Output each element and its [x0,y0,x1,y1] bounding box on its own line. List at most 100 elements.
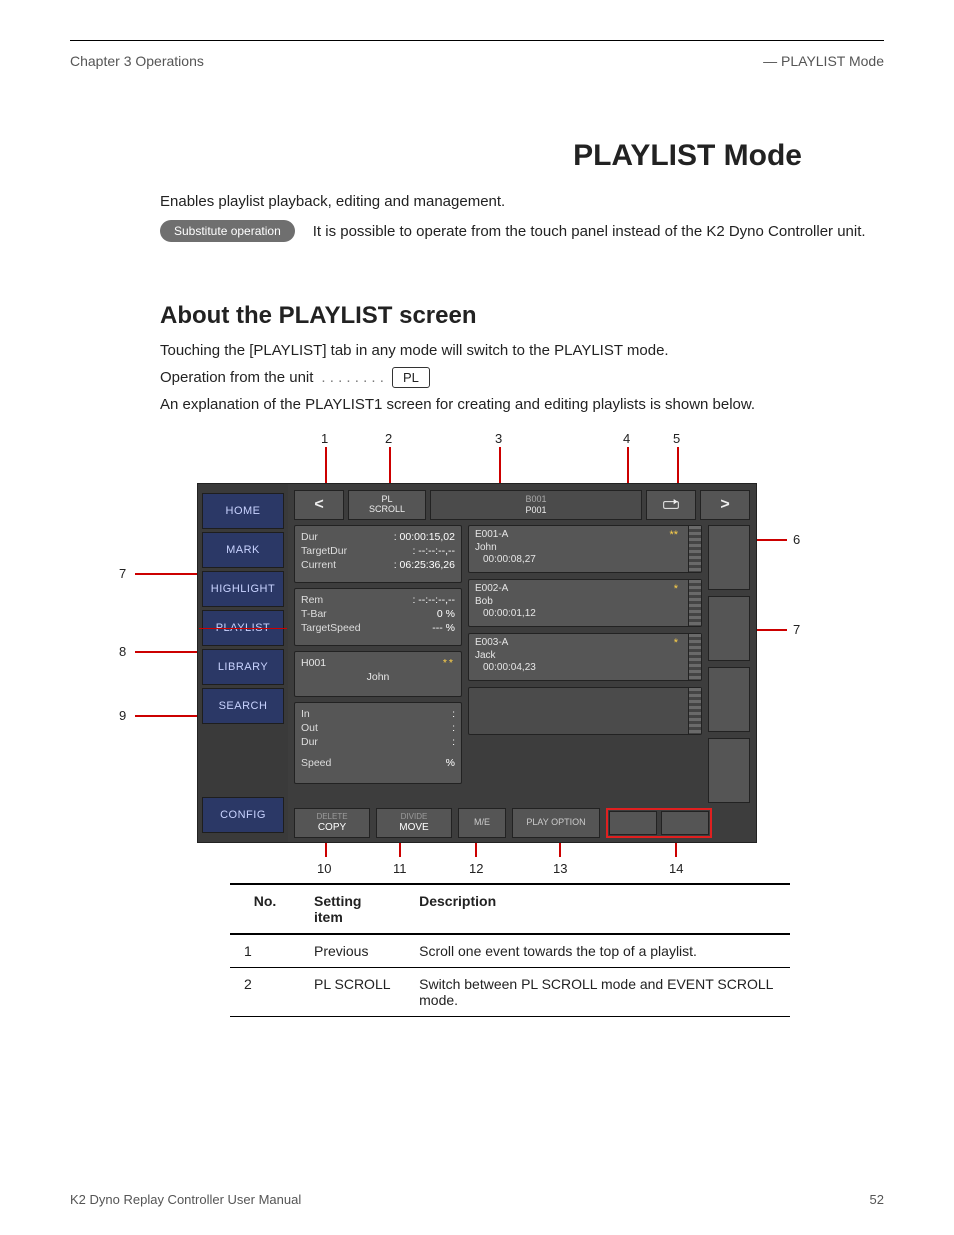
event-name: Bob [475,596,682,609]
event-handle[interactable] [688,688,701,734]
highlight-id: H001 [301,656,326,670]
out-value: : [452,721,455,735]
me-button[interactable]: M/E [458,808,506,838]
in-value: : [452,707,455,721]
sidebar-mark[interactable]: MARK [202,532,284,568]
targetspeed-value: --- % [432,621,455,635]
bb-l1: DELETE [316,813,347,822]
section-p2: An explanation of the PLAYLIST1 screen f… [160,396,800,413]
event-handle[interactable] [688,526,701,572]
legend-row: 2 PL SCROLL Switch between PL SCROLL mod… [230,968,790,1017]
sidebar-library[interactable]: LIBRARY [202,649,284,685]
legend-row: 1 Previous Scroll one event towards the … [230,934,790,968]
sidebar: HOME MARK HIGHLIGHT PLAYLIST LIBRARY SEA… [198,484,288,842]
page-scroll [708,525,750,803]
op-lead: Operation from the unit [160,369,313,386]
speed-label: Speed [301,756,331,770]
sidebar-search[interactable]: SEARCH [202,688,284,724]
event-handle[interactable] [688,580,701,626]
page-title: PLAYLIST Mode [70,139,884,173]
targetdur-label: TargetDur [301,544,347,558]
sidebar-config[interactable]: CONFIG [202,797,284,833]
callout-4: 4 [623,431,630,446]
legend-head-desc: Description [405,884,790,934]
event-row[interactable]: E001-A ** John 00:00:08,27 [468,525,702,573]
callout-11: 11 [393,861,407,876]
legend-head-item: Setting item [300,884,405,934]
callout-12: 12 [469,861,483,876]
legend-head-no: No. [230,884,300,934]
event-id: E001-A [475,529,508,540]
reserved-slot[interactable] [661,811,709,835]
device-screenshot: HOME MARK HIGHLIGHT PLAYLIST LIBRARY SEA… [197,483,757,843]
panel-highlight[interactable]: H001 ** John [294,651,462,697]
bb-l1: DIVIDE [401,813,428,822]
substitute-pill: Substitute operation [160,220,295,242]
loop-icon [663,499,679,511]
footer-left: K2 Dyno Replay Controller User Manual [70,1192,301,1207]
pl-scroll-button[interactable]: PL SCROLL [348,490,426,520]
tbar-label: T-Bar [301,607,327,621]
callout-13: 13 [553,861,567,876]
op-dots: . . . . . . . . [321,369,384,386]
tbar-value: 0 % [437,607,455,621]
event-tc: 00:00:04,23 [475,662,682,675]
event-tc: 00:00:01,12 [475,608,682,621]
callout-10: 10 [317,861,331,876]
event-stars: * [674,583,678,597]
reserved-slot[interactable] [609,811,657,835]
play-option-button[interactable]: PLAY OPTION [512,808,600,838]
divide-move-button[interactable]: DIVIDE MOVE [376,808,452,838]
legend-table: No. Setting item Description 1 Previous … [230,883,790,1017]
highlight-stars: ** [443,656,455,670]
highlight-title: John [301,670,455,684]
event-id: E002-A [475,583,508,594]
legend-item: PL SCROLL [300,968,405,1017]
sidebar-playlist[interactable]: PLAYLIST [202,610,284,646]
in-label: In [301,707,310,721]
panel-inout: In: Out: Dur: Speed% [294,702,462,784]
event-row-empty[interactable] [468,687,702,735]
callout-7: 7 [793,622,800,637]
dur-label: Dur [301,530,318,544]
dur-value: : 00:00:15,02 [394,530,455,544]
rem-label: Rem [301,593,323,607]
event-row[interactable]: E003-A * Jack 00:00:04,23 [468,633,702,681]
callout-1: 1 [321,431,328,446]
sidebar-highlight[interactable]: HIGHLIGHT [202,571,284,607]
callout-8: 8 [119,644,126,659]
speed-value: % [446,756,455,770]
scroll-page[interactable] [708,596,750,661]
event-handle[interactable] [688,634,701,680]
event-tc: 00:00:08,27 [475,554,682,567]
playlist-name: P001 [525,505,546,516]
intro-text: Enables playlist playback, editing and m… [160,193,884,210]
event-stars: ** [669,529,678,543]
legend-no: 2 [230,968,300,1017]
playlist-id: B001 [525,494,546,505]
op-key-pl: PL [392,367,430,388]
event-stars: * [674,637,678,651]
loop-button[interactable] [646,490,696,520]
event-id: E003-A [475,637,508,648]
next-button[interactable]: > [700,490,750,520]
playlist-name-button[interactable]: B001 P001 [430,490,642,520]
legend-item: Previous [300,934,405,968]
scroll-page-down[interactable] [708,738,750,803]
panel-remaining: Rem: --:--:--,-- T-Bar0 % TargetSpeed---… [294,588,462,646]
delete-copy-button[interactable]: DELETE COPY [294,808,370,838]
current-value: : 06:25:36,26 [394,558,455,572]
panel-duration: Dur: 00:00:15,02 TargetDur: --:--:--,-- … [294,525,462,583]
sidebar-home[interactable]: HOME [202,493,284,529]
targetdur-value: : --:--:--,-- [412,544,455,558]
legend-desc: Scroll one event towards the top of a pl… [405,934,790,968]
rem-value: : --:--:--,-- [412,593,455,607]
scroll-page[interactable] [708,667,750,732]
prev-button[interactable]: < [294,490,344,520]
legend-no: 1 [230,934,300,968]
substitute-text: It is possible to operate from the touch… [313,223,866,240]
callout-5: 5 [673,431,680,446]
event-row[interactable]: E002-A * Bob 00:00:01,12 [468,579,702,627]
scroll-page-up[interactable] [708,525,750,590]
section-heading: About the PLAYLIST screen [160,302,884,330]
